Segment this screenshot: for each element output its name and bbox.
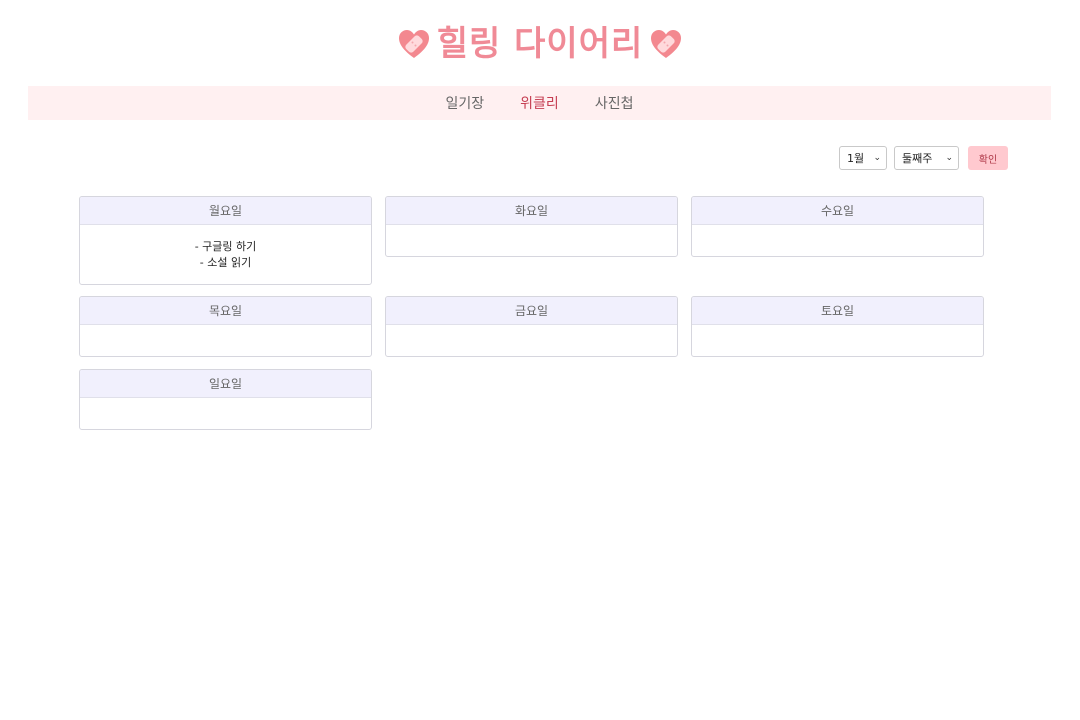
day-card-body[interactable] <box>386 325 677 356</box>
day-card-title: 화요일 <box>386 197 677 225</box>
day-card-saturday: 토요일 <box>691 296 984 357</box>
day-card-title: 일요일 <box>80 370 371 398</box>
day-card-body[interactable] <box>692 325 983 356</box>
confirm-button[interactable]: 확인 <box>968 146 1008 170</box>
month-select-value: 1월 <box>847 152 865 165</box>
day-card-title: 금요일 <box>386 297 677 325</box>
day-card-body[interactable]: - 구글링 하기 - 소설 읽기 <box>80 225 371 284</box>
month-select[interactable]: 1월 ⌄ <box>839 146 887 170</box>
nav-album[interactable]: 사진첩 <box>595 93 634 113</box>
chevron-down-icon: ⌄ <box>873 153 881 163</box>
day-card-title: 수요일 <box>692 197 983 225</box>
week-select-value: 둘째주 <box>902 152 933 165</box>
week-select[interactable]: 둘째주 ⌄ <box>894 146 959 170</box>
day-card-title: 토요일 <box>692 297 983 325</box>
day-card-body[interactable] <box>692 225 983 256</box>
day-card-body[interactable] <box>80 325 371 356</box>
app-title: 힐링 다이어리 <box>436 24 644 64</box>
day-card-wednesday: 수요일 <box>691 196 984 257</box>
day-card-friday: 금요일 <box>385 296 678 357</box>
entry-item: - 소설 읽기 <box>199 256 252 269</box>
nav-weekly[interactable]: 위클리 <box>520 93 559 113</box>
day-card-body[interactable] <box>80 398 371 429</box>
nav-diary[interactable]: 일기장 <box>446 93 485 113</box>
day-card-body[interactable] <box>386 225 677 256</box>
app-header: 힐링 다이어리 <box>0 20 1080 68</box>
day-card-thursday: 목요일 <box>79 296 372 357</box>
entry-item: - 구글링 하기 <box>194 240 257 253</box>
day-card-sunday: 일요일 <box>79 369 372 430</box>
day-card-tuesday: 화요일 <box>385 196 678 257</box>
heart-bandage-icon <box>649 27 683 61</box>
day-card-title: 목요일 <box>80 297 371 325</box>
chevron-down-icon: ⌄ <box>945 153 953 163</box>
day-card-title: 월요일 <box>80 197 371 225</box>
heart-bandage-icon <box>397 27 431 61</box>
day-card-monday: 월요일 - 구글링 하기 - 소설 읽기 <box>79 196 372 285</box>
week-controls: 1월 ⌄ 둘째주 ⌄ 확인 <box>839 146 1008 170</box>
main-nav: 일기장 위클리 사진첩 <box>28 86 1051 120</box>
